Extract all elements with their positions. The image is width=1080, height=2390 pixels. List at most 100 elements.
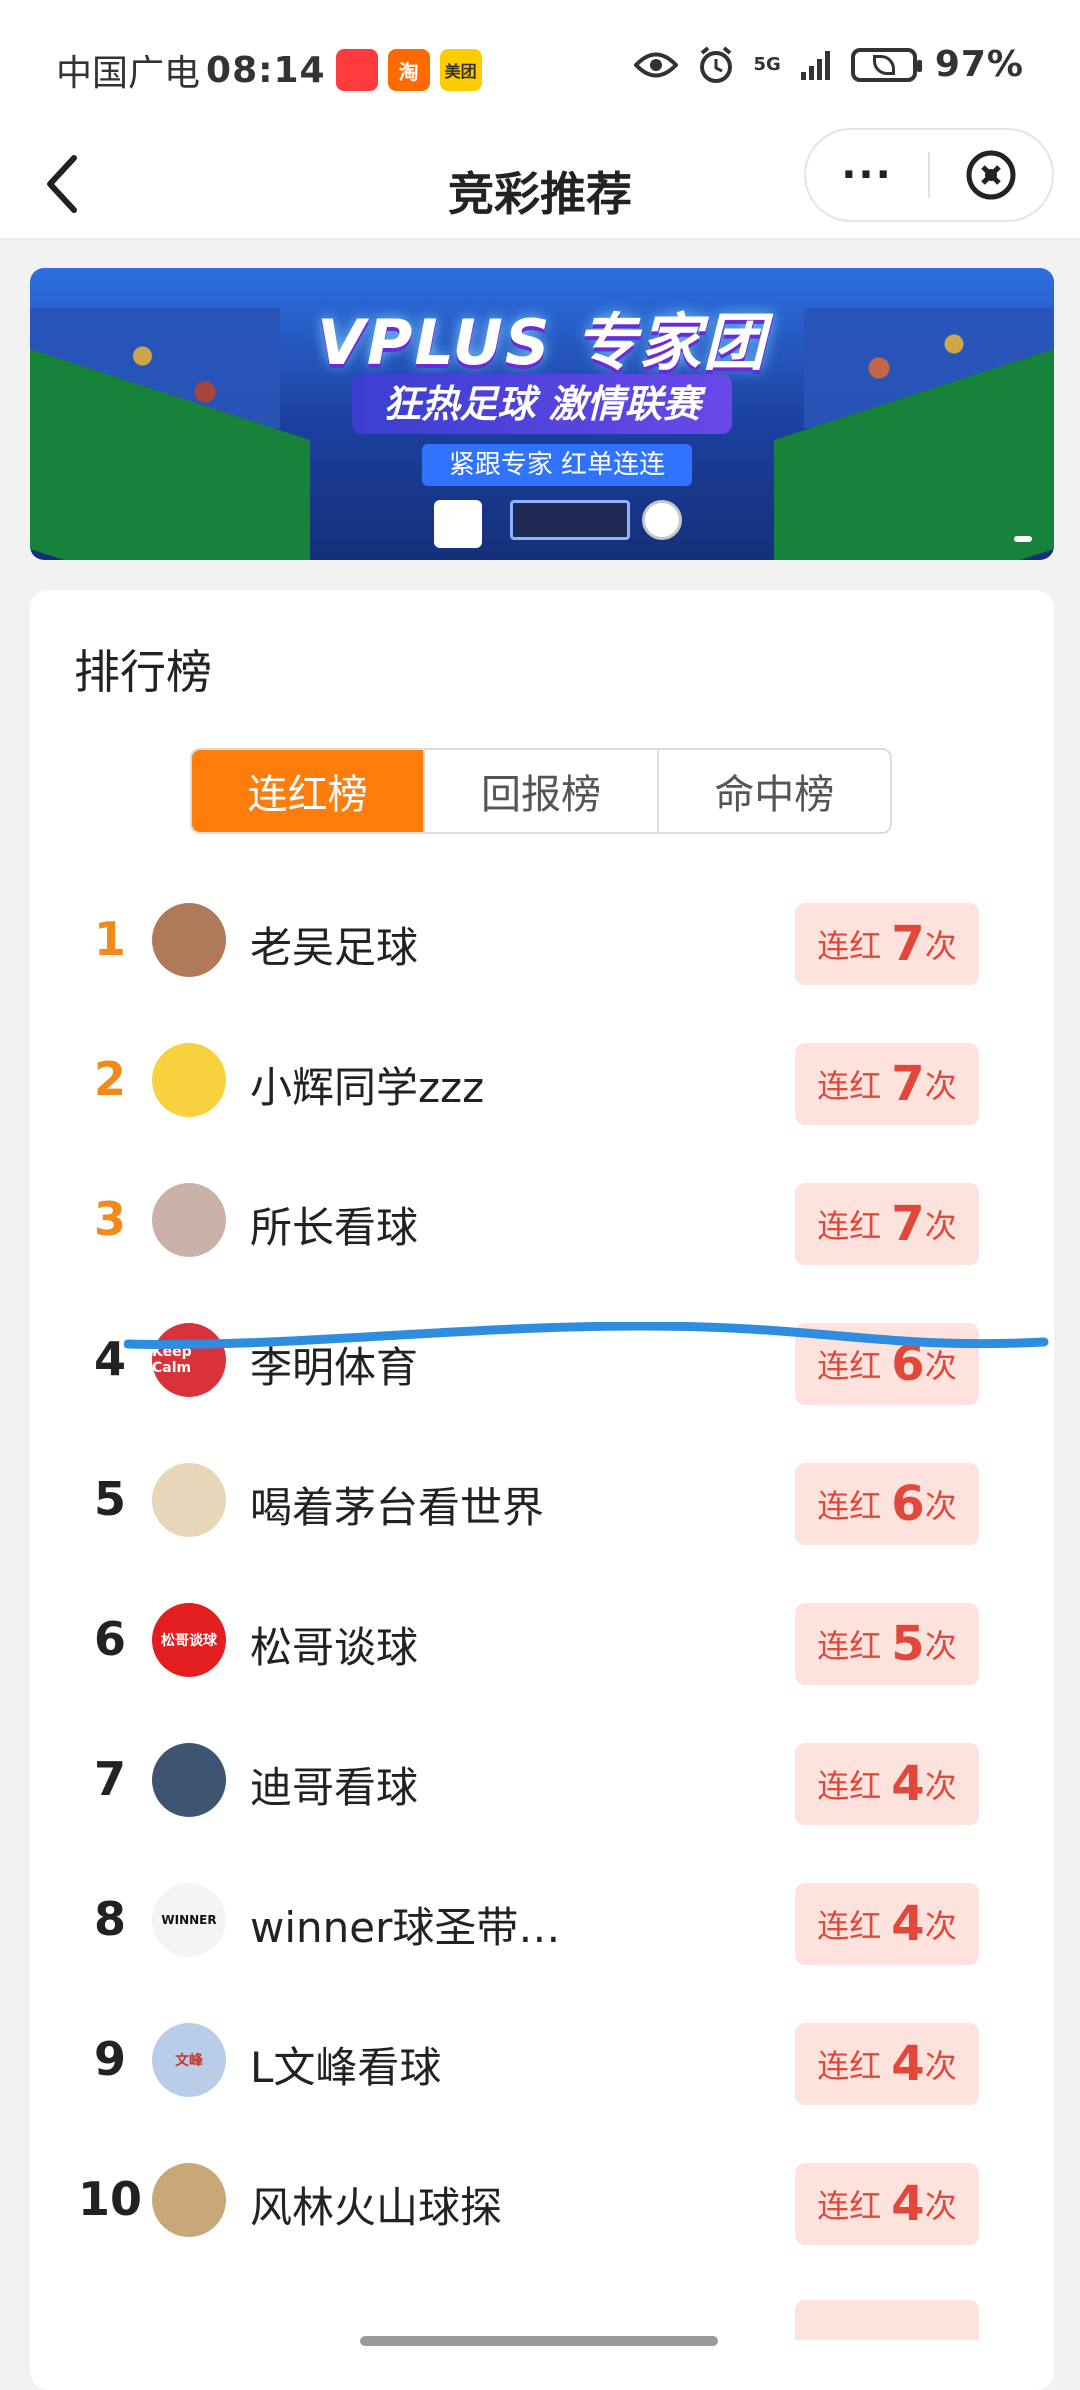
avatar: [152, 903, 226, 977]
streak-count: 7: [891, 1056, 925, 1112]
streak-label: 连红: [817, 1627, 882, 1665]
avatar: WINNER: [152, 1883, 226, 1957]
streak-unit: 次: [924, 1067, 957, 1105]
ranking-list: 1 老吴足球 连红 7 次 2 小辉同学zzz 连红 7 次 3 所长看球 连红…: [30, 870, 1054, 2270]
streak-badge: 连红 4 次: [795, 2023, 979, 2105]
tab-hit-rate[interactable]: 命中榜: [658, 750, 890, 832]
close-circle-icon: [966, 150, 1016, 200]
streak-label: 连红: [817, 1067, 882, 1105]
streak-count: 6: [891, 1476, 925, 1532]
avatar: [152, 1743, 226, 1817]
close-button[interactable]: [930, 130, 1052, 220]
streak-unit: 次: [924, 1767, 957, 1805]
streak-badge: 连红 5 次: [795, 1603, 979, 1685]
ranking-title: 排行榜: [74, 645, 212, 699]
home-indicator[interactable]: [360, 2336, 718, 2346]
avatar: [152, 2163, 226, 2237]
ranking-row[interactable]: 5 喝着茅台看世界 连红 6 次: [30, 1430, 1054, 1570]
ranking-row[interactable]: 8 WINNER winner球圣带… 连红 4 次: [30, 1850, 1054, 1990]
streak-count: 4: [891, 1896, 925, 1952]
alarm-icon: [696, 45, 736, 85]
ranking-row[interactable]: 10 风林火山球探 连红 4 次: [30, 2130, 1054, 2270]
annotation-underline: [124, 1322, 1049, 1349]
rank-number: 7: [93, 1752, 126, 1806]
leaf-icon: [872, 54, 895, 75]
more-icon: ···: [841, 152, 893, 198]
rank-number: 5: [93, 1472, 126, 1526]
expert-name: 迪哥看球: [250, 1763, 419, 1812]
streak-badge: 连红 4 次: [795, 1883, 979, 1965]
rank-number: 10: [77, 2172, 142, 2226]
expert-name: 松哥谈球: [250, 1623, 419, 1672]
expert-name: winner球圣带…: [250, 1903, 561, 1952]
banner-subtitle: 狂热足球 激情联赛: [352, 374, 732, 434]
meituan-app-icon: 美团: [439, 49, 482, 91]
streak-badge: 连红 6 次: [795, 1463, 979, 1545]
rank-number: 2: [93, 1052, 126, 1106]
ranking-row[interactable]: 7 迪哥看球 连红 4 次: [30, 1710, 1054, 1850]
streak-label: 连红: [817, 2187, 882, 2225]
expert-name: L文峰看球: [250, 2043, 442, 2092]
more-button[interactable]: ···: [806, 130, 928, 220]
ranking-row[interactable]: 9 文峰 L文峰看球 连红 4 次: [30, 1990, 1054, 2130]
streak-count: 7: [891, 916, 925, 972]
expert-name: 小辉同学zzz: [250, 1063, 485, 1112]
streak-label: 连红: [817, 927, 882, 965]
scoreboard-graphic: [510, 500, 630, 540]
league-logo-icon: [434, 500, 482, 548]
ranking-row[interactable]: 3 所长看球 连红 7 次: [30, 1150, 1054, 1290]
status-bar: 中国广电 08:14 淘 美团 5G 97%: [0, 0, 1080, 128]
streak-unit: 次: [924, 2187, 957, 2225]
streak-label: 连红: [817, 1907, 882, 1945]
streak-count: 4: [891, 2036, 925, 2092]
streak-badge: 连红 7 次: [795, 903, 979, 985]
avatar: [152, 1183, 226, 1257]
streak-unit: 次: [924, 1627, 957, 1665]
taobao-special-app-icon: [335, 49, 378, 91]
streak-count: 7: [891, 1196, 925, 1252]
streak-badge: 连红 7 次: [795, 1043, 979, 1125]
ranking-row[interactable]: 1 老吴足球 连红 7 次: [30, 870, 1054, 1010]
carrier-label: 中国广电: [56, 53, 201, 94]
avatar: [152, 1043, 226, 1117]
battery-icon: [850, 47, 922, 82]
streak-unit: 次: [924, 1207, 957, 1245]
status-bar-right: 5G 97%: [633, 44, 1024, 85]
tab-streak[interactable]: 连红榜: [192, 750, 426, 832]
expert-name: 风林火山球探: [250, 2183, 503, 2232]
eye-icon: [633, 50, 678, 80]
streak-unit: 次: [924, 927, 957, 965]
battery-percent: 97%: [934, 44, 1024, 85]
rank-number: 9: [93, 2032, 126, 2086]
carousel-indicator: [1014, 536, 1032, 542]
promo-banner[interactable]: VPLUS 专家团 狂热足球 激情联赛 紧跟专家 红单连连: [30, 268, 1054, 560]
streak-count: 4: [891, 2176, 925, 2232]
streak-label: 连红: [817, 2047, 882, 2085]
ranking-tabs: 连红榜 回报榜 命中榜: [190, 748, 892, 834]
streak-badge: 连红 4 次: [795, 2163, 979, 2245]
streak-badge: 连红 4 次: [795, 1743, 979, 1825]
network-type-label: 5G: [753, 54, 781, 75]
expert-name: 老吴足球: [250, 923, 419, 972]
streak-label: 连红: [817, 1487, 882, 1525]
avatar: 文峰: [152, 2023, 226, 2097]
streak-unit: 次: [924, 2047, 957, 2085]
streak-badge: 连红 7 次: [795, 1183, 979, 1265]
streak-label: 连红: [817, 1767, 882, 1805]
ranking-row[interactable]: 6 松哥谈球 松哥谈球 连红 5 次: [30, 1570, 1054, 1710]
clock: 08:14: [206, 49, 326, 91]
streak-count: 5: [891, 1616, 925, 1672]
banner-title: VPLUS 专家团: [316, 306, 768, 379]
streak-unit: 次: [924, 1487, 957, 1525]
signal-bars-icon: [799, 48, 833, 82]
ranking-row[interactable]: 2 小辉同学zzz 连红 7 次: [30, 1010, 1054, 1150]
status-bar-left: 中国广电 08:14 淘 美团: [56, 44, 482, 96]
expert-name: 喝着茅台看世界: [250, 1483, 545, 1532]
tab-return[interactable]: 回报榜: [425, 750, 659, 832]
streak-unit: 次: [924, 1907, 957, 1945]
avatar: 松哥谈球: [152, 1603, 226, 1677]
taobao-app-icon: 淘: [387, 49, 430, 91]
ranking-card: 排行榜 连红榜 回报榜 命中榜 1 老吴足球 连红 7 次 2 小辉同学zzz …: [30, 590, 1054, 2390]
mini-program-capsule: ···: [804, 128, 1054, 222]
rank-number: 3: [93, 1192, 126, 1246]
